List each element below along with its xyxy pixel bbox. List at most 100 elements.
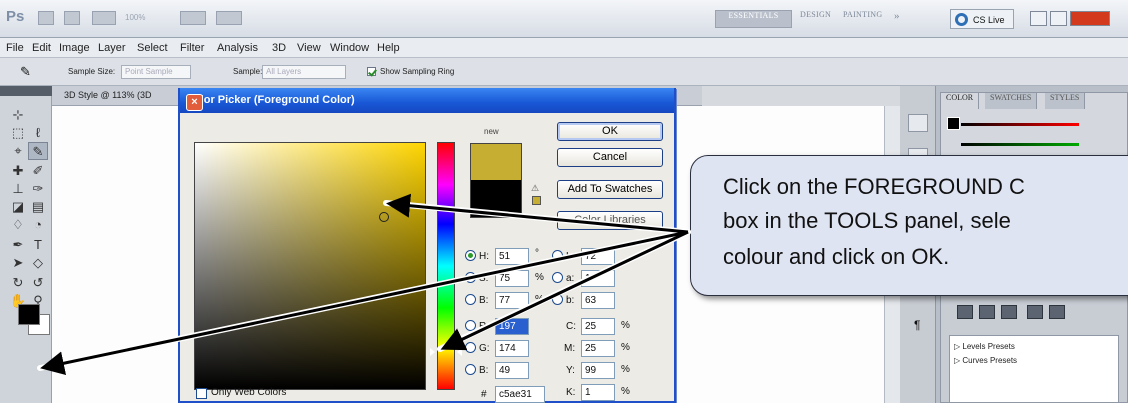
histogram-icon[interactable] [908,114,928,132]
zoom-level[interactable]: 100% [125,13,145,22]
minimize-button[interactable] [1030,11,1047,26]
mini-bridge-icon[interactable] [64,11,80,25]
menu-help[interactable]: Help [377,42,400,54]
history-brush-icon[interactable]: ✑ [28,180,48,198]
list-item[interactable]: ▷ Curves Presets [954,356,1017,365]
sample-select[interactable]: All Layers [262,65,346,79]
eraser-icon[interactable]: ◪ [8,198,28,216]
tab-swatches[interactable]: SWATCHES [985,93,1038,109]
workspace-more-button[interactable]: » [894,10,900,28]
shape-icon[interactable]: ◇ [28,254,48,272]
levels-icon[interactable] [957,305,973,319]
brightness-radio[interactable] [465,294,476,305]
hue-slider-right-arrow[interactable] [457,348,462,356]
path-select-icon[interactable]: ➤ [8,254,28,272]
eyedropper-preset-icon[interactable]: ✎ [20,64,31,80]
workspace-essentials[interactable]: ESSENTIALS [715,10,792,28]
exposure-icon[interactable] [1001,305,1017,319]
maximize-button[interactable] [1050,11,1067,26]
ok-button[interactable]: OK [557,122,663,141]
hue-slider[interactable] [437,142,455,390]
brightness-input[interactable]: 77 [495,292,529,309]
gamut-correction-swatch[interactable] [532,196,541,205]
saturation-radio[interactable] [465,272,476,283]
3d-orbit-icon[interactable]: ↺ [28,274,48,292]
view-extras-icon[interactable] [92,11,116,25]
current-color-swatch[interactable] [470,180,522,218]
blue-input[interactable]: 49 [495,362,529,379]
pen-icon[interactable]: ✒ [8,236,28,254]
red-radio[interactable] [465,320,476,331]
marquee-icon[interactable]: ⬚ [8,124,28,142]
curves-icon[interactable] [979,305,995,319]
list-item[interactable]: ▷ Levels Presets [954,342,1015,351]
menu-file[interactable]: File [6,42,24,54]
healing-icon[interactable]: ✚ [8,162,28,180]
black-input[interactable]: 1 [581,384,615,401]
cyan-input[interactable]: 25 [581,318,615,335]
hue-slider-left-arrow[interactable] [430,348,435,356]
cancel-button[interactable]: Cancel [557,148,663,167]
close-icon[interactable]: × [186,94,203,111]
lasso-icon[interactable]: ℓ [28,124,48,142]
paragraph-icon[interactable]: ¶ [914,318,920,332]
lightness-radio[interactable] [552,250,563,261]
gradient-map-icon[interactable] [1027,305,1043,319]
menu-layer[interactable]: Layer [98,42,126,54]
tab-styles[interactable]: STYLES [1045,93,1086,109]
type-icon[interactable]: T [28,236,48,254]
blue-radio[interactable] [465,364,476,375]
hue-radio[interactable] [465,250,476,261]
arrange-documents-icon[interactable] [180,11,206,25]
hue-input[interactable]: 51 [495,248,529,265]
only-web-colors-checkbox[interactable] [196,388,207,399]
brush-icon[interactable]: ✐ [28,162,48,180]
workspace-design[interactable]: DESIGN [800,10,831,28]
color-libraries-button[interactable]: Color Libraries [557,211,663,230]
menu-3d[interactable]: 3D [272,42,286,54]
menu-edit[interactable]: Edit [32,42,51,54]
yellow-input[interactable]: 99 [581,362,615,379]
menu-view[interactable]: View [297,42,321,54]
color-selection-ring[interactable] [379,212,389,222]
green-radio[interactable] [465,342,476,353]
red-slider[interactable] [961,123,1079,126]
menu-image[interactable]: Image [59,42,90,54]
window-close-button[interactable] [1070,11,1110,26]
blur-icon[interactable]: ♢ [8,216,28,234]
add-to-swatches-button[interactable]: Add To Swatches [557,180,663,199]
bridge-icon[interactable] [38,11,54,25]
menu-filter[interactable]: Filter [180,42,204,54]
eyedropper-icon[interactable]: ✎ [28,142,48,160]
screen-mode-icon[interactable] [216,11,242,25]
red-input[interactable]: 197 [495,318,529,335]
menu-analysis[interactable]: Analysis [217,42,258,54]
green-slider[interactable] [961,143,1079,146]
a-channel-radio[interactable] [552,272,563,283]
panel-foreground-swatch[interactable] [947,117,960,130]
show-sampling-ring-checkbox[interactable] [367,67,376,76]
b-channel-radio[interactable] [552,294,563,305]
menu-window[interactable]: Window [330,42,369,54]
hex-input[interactable]: c5ae31 [495,386,545,403]
tab-color[interactable]: COLOR [941,93,980,109]
saturation-input[interactable]: 75 [495,270,529,287]
saturation-brightness-field[interactable] [194,142,426,390]
a-channel-input[interactable]: 1 [581,270,615,287]
green-input[interactable]: 174 [495,340,529,357]
menu-select[interactable]: Select [137,42,168,54]
gradient-icon[interactable]: ▤ [28,198,48,216]
lightness-input[interactable]: 72 [581,248,615,265]
gamut-warning-icon[interactable]: ⚠ [531,183,541,193]
3d-rotate-icon[interactable]: ↻ [8,274,28,292]
foreground-color-swatch[interactable] [18,304,40,325]
magenta-input[interactable]: 25 [581,340,615,357]
b-channel-input[interactable]: 63 [581,292,615,309]
sample-size-select[interactable]: Point Sample [121,65,191,79]
selective-color-icon[interactable] [1049,305,1065,319]
quick-select-icon[interactable]: ⌖ [8,142,28,160]
dodge-icon[interactable]: ◔ [28,216,48,234]
move-icon[interactable]: ⊹ [8,106,28,124]
stamp-icon[interactable]: ⊥ [8,180,28,198]
dialog-title-bar[interactable]: Color Picker (Foreground Color) × [180,88,674,113]
